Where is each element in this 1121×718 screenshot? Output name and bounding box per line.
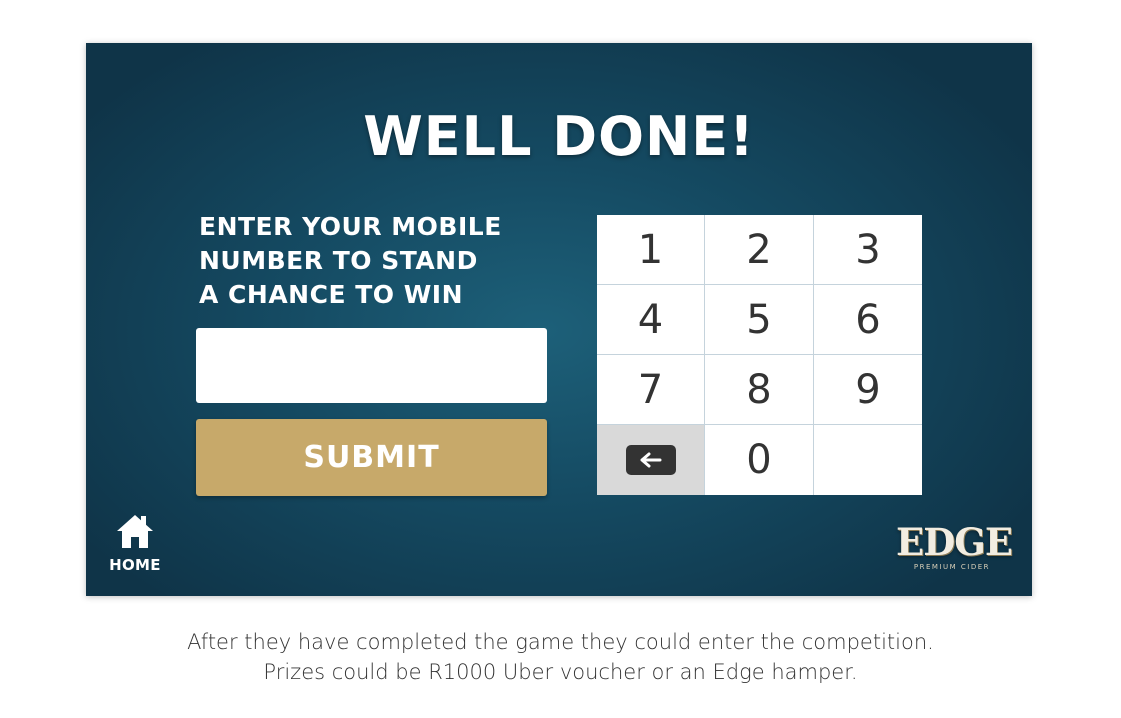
caption-line-1: After they have completed the game they …: [187, 630, 934, 654]
key-2[interactable]: 2: [705, 215, 814, 285]
home-icon: [104, 513, 166, 549]
prompt-line-3: A CHANCE TO WIN: [199, 280, 464, 309]
key-3[interactable]: 3: [814, 215, 922, 285]
backspace-arrow-icon: [625, 445, 676, 475]
logo-tagline: PREMIUM CIDER: [913, 563, 991, 571]
submit-button[interactable]: SUBMIT: [196, 419, 547, 496]
competition-screen: WELL DONE! ENTER YOUR MOBILE NUMBER TO S…: [86, 43, 1032, 596]
entry-prompt: ENTER YOUR MOBILE NUMBER TO STAND A CHAN…: [199, 210, 559, 312]
key-7[interactable]: 7: [597, 355, 705, 425]
mobile-number-input[interactable]: [196, 328, 547, 403]
key-1[interactable]: 1: [597, 215, 705, 285]
key-6[interactable]: 6: [814, 285, 922, 355]
caption-line-2: Prizes could be R1000 Uber voucher or an…: [263, 660, 858, 684]
logo-wordmark: EDGE: [896, 520, 1013, 564]
page-title: WELL DONE!: [363, 105, 755, 168]
backspace-key[interactable]: [597, 425, 705, 495]
caption: After they have completed the game they …: [0, 627, 1121, 687]
key-5[interactable]: 5: [705, 285, 814, 355]
prompt-line-1: ENTER YOUR MOBILE: [199, 212, 502, 241]
home-button[interactable]: HOME: [104, 513, 166, 574]
home-label: HOME: [109, 556, 161, 574]
key-8[interactable]: 8: [705, 355, 814, 425]
key-0[interactable]: 0: [705, 425, 814, 495]
numeric-keypad: 1 2 3 4 5 6 7 8 9 0: [597, 215, 922, 495]
prompt-line-2: NUMBER TO STAND: [199, 246, 478, 275]
empty-key: [814, 425, 922, 495]
key-9[interactable]: 9: [814, 355, 922, 425]
key-4[interactable]: 4: [597, 285, 705, 355]
edge-logo: EDGE PREMIUM CIDER: [896, 520, 1013, 571]
